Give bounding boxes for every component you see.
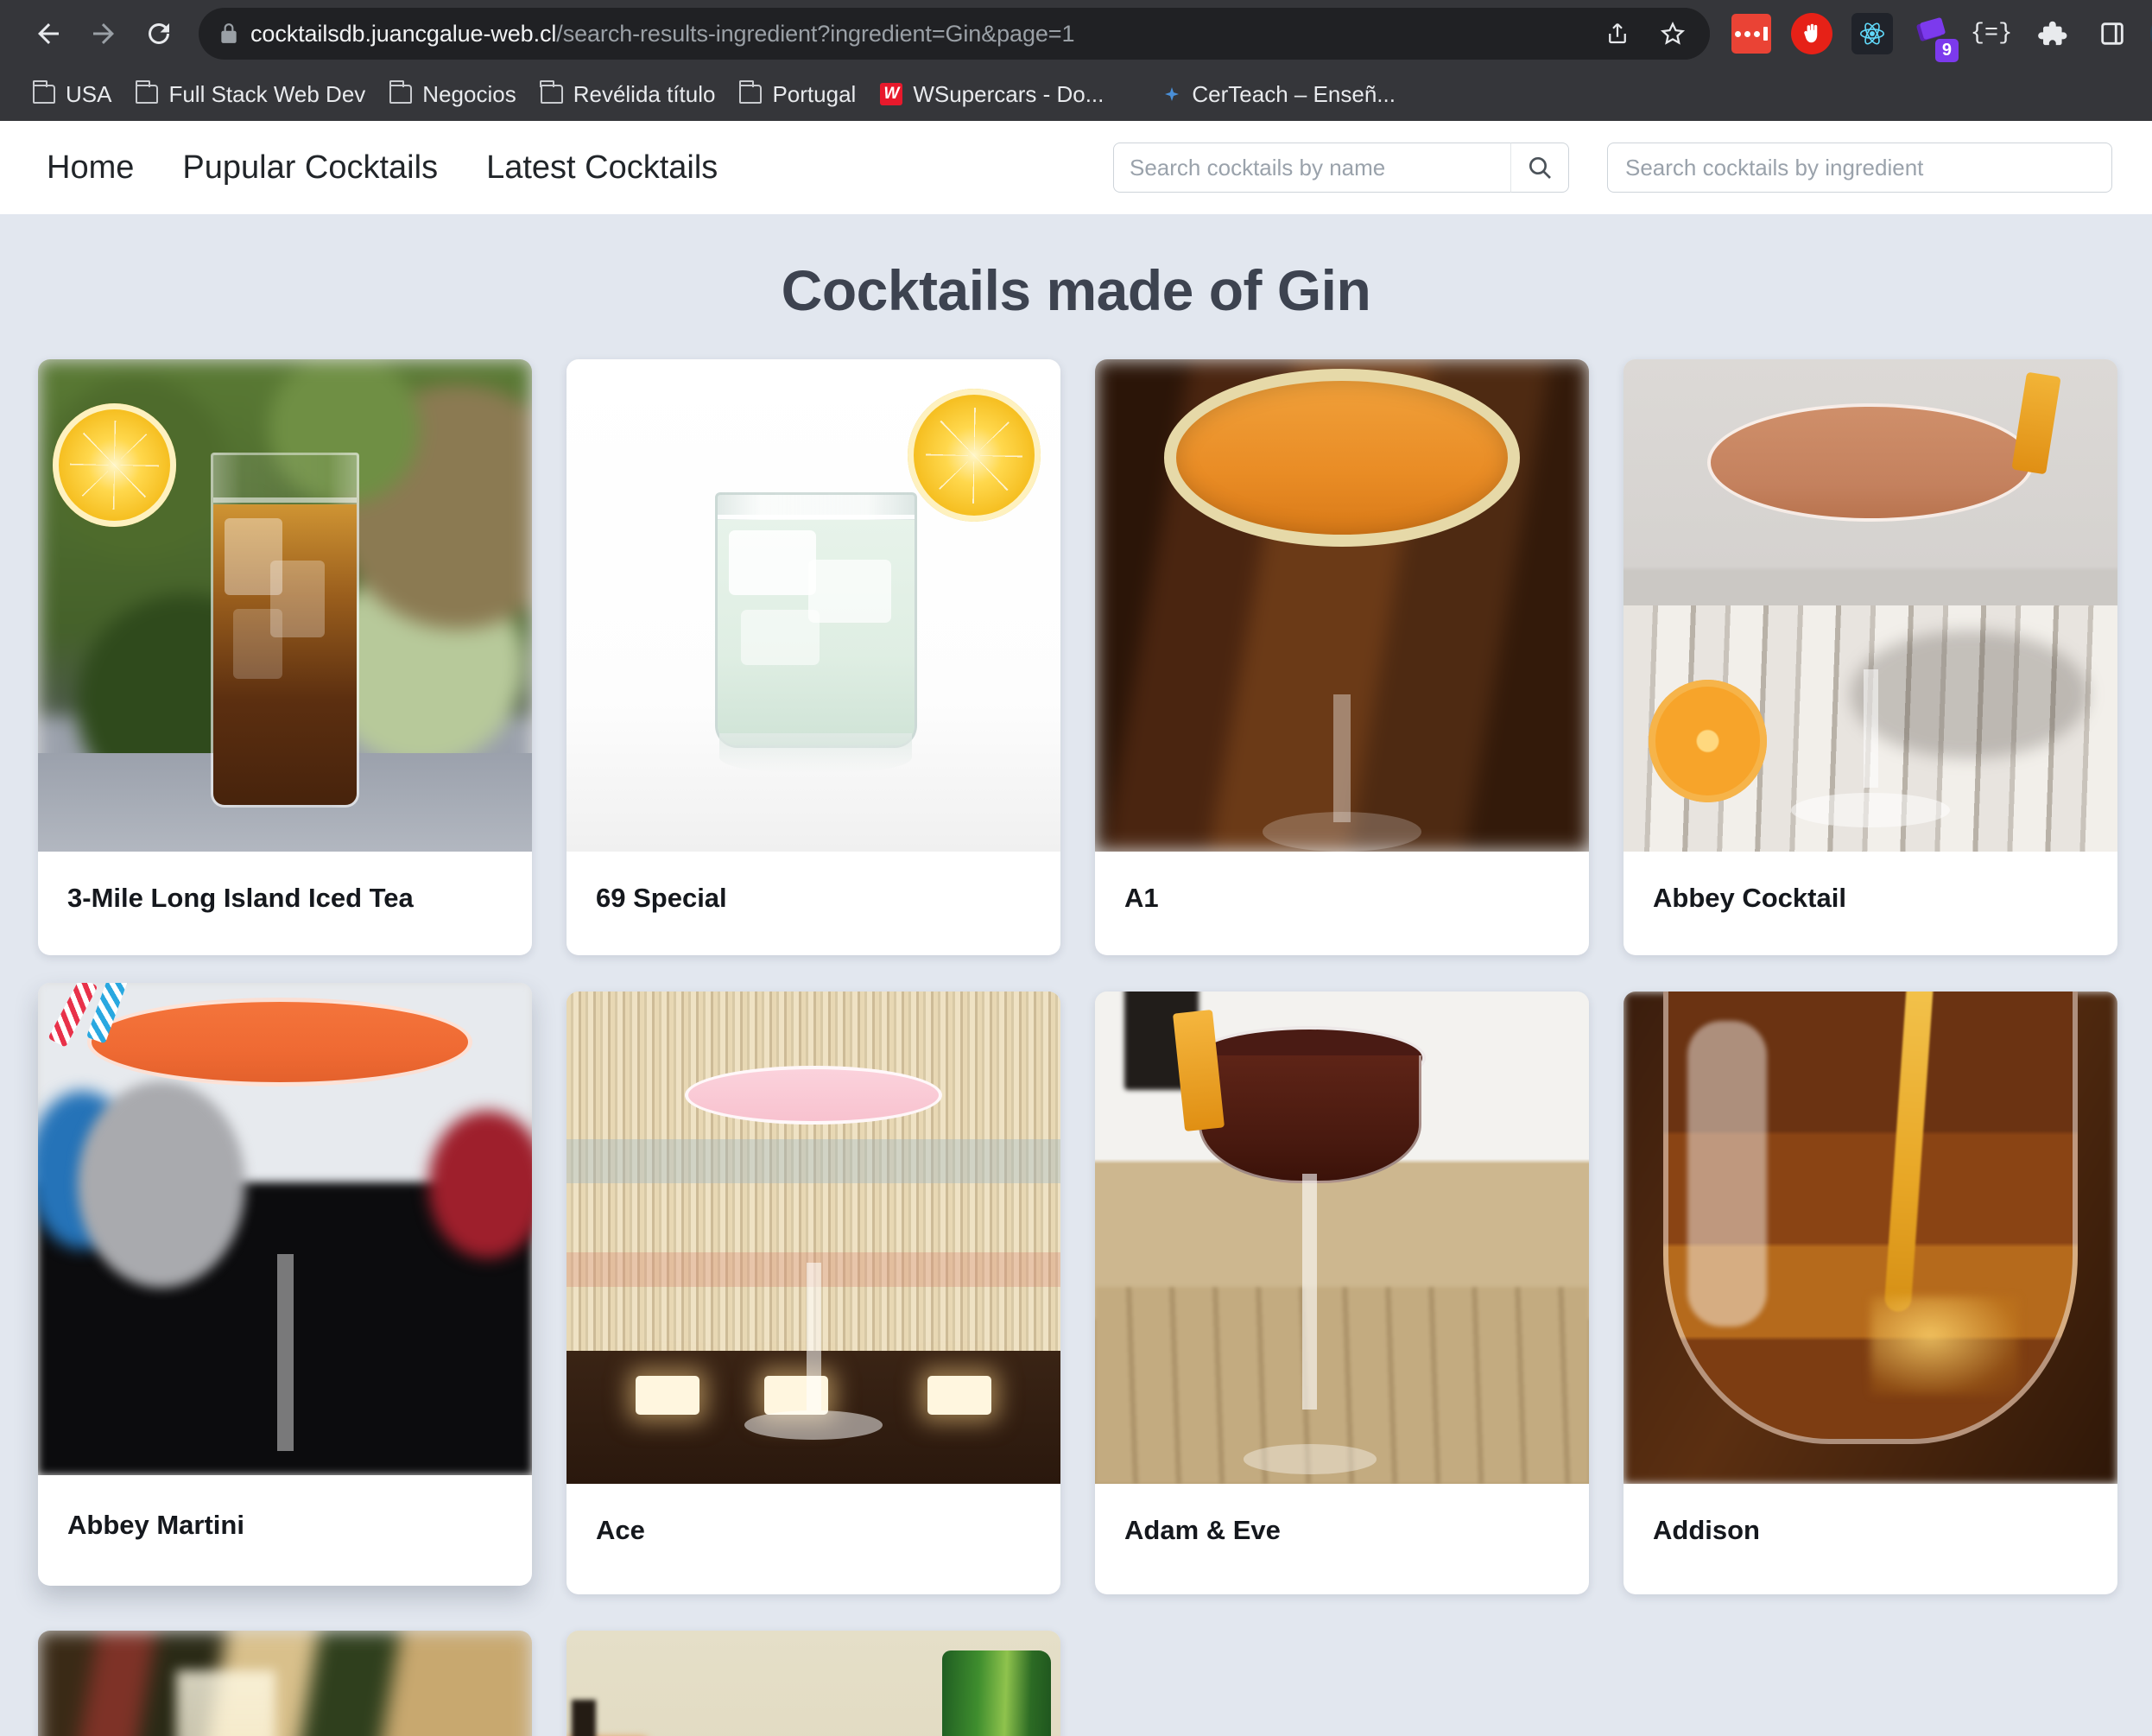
cocktail-image-green-bottle-glass: [566, 1631, 1060, 1736]
certeach-favicon: [1162, 85, 1181, 104]
cocktail-image-a1: [1095, 359, 1589, 852]
forward-arrow-icon: [93, 23, 114, 44]
reload-icon: [149, 23, 169, 44]
cocktail-card[interactable]: Ace: [566, 992, 1060, 1594]
cocktail-title: A1: [1124, 883, 1159, 913]
wsupercars-favicon: W: [880, 83, 903, 105]
bookmark-label: WSupercars - Do...: [913, 80, 1104, 107]
folder-icon: [540, 80, 563, 104]
share-icon[interactable]: [1592, 9, 1642, 59]
json-formatter-label: {=}: [1970, 21, 2013, 47]
search-submit-button[interactable]: [1510, 143, 1569, 193]
bookmark-full-stack-web-dev[interactable]: Full Stack Web Dev: [123, 74, 377, 115]
cocktail-card[interactable]: Adam & Eve: [1095, 992, 1589, 1594]
cocktail-title: Abbey Martini: [67, 1510, 244, 1540]
cocktail-image-bottle-shot: [38, 1631, 532, 1736]
purple-extension-icon[interactable]: 9: [1910, 12, 1959, 62]
cocktail-image-abbey-martini: [38, 983, 532, 1475]
cocktail-title: 69 Special: [596, 883, 727, 913]
bookmark-label: USA: [66, 80, 112, 107]
cocktail-image-iced-tea: [38, 359, 532, 852]
cocktail-image-69-special: [566, 359, 1060, 852]
nav-link-popular-cocktails[interactable]: Pupular Cocktails: [158, 144, 462, 192]
cocktail-image-addison: [1623, 992, 2117, 1484]
forward-button[interactable]: [76, 6, 131, 61]
cocktail-card-partial[interactable]: [566, 1631, 1060, 1736]
url-path: /search-results-ingredient?ingredient=Gi…: [556, 20, 1075, 47]
folder-icon: [135, 80, 159, 104]
cocktail-title: Addison: [1653, 1515, 1760, 1545]
nav-links: Home Pupular Cocktails Latest Cocktails: [22, 144, 742, 192]
nav-link-latest-cocktails[interactable]: Latest Cocktails: [462, 144, 742, 192]
bookmark-wsupercars[interactable]: W WSupercars - Do...: [868, 74, 1116, 115]
cocktail-image-ace: [566, 992, 1060, 1484]
folder-icon: [389, 80, 413, 104]
cocktail-title: Adam & Eve: [1124, 1515, 1281, 1545]
cocktail-card[interactable]: 69 Special: [566, 359, 1060, 955]
cocktail-card[interactable]: 3-Mile Long Island Iced Tea: [38, 359, 532, 955]
bookmark-usa[interactable]: USA: [21, 74, 123, 115]
bookmark-label: Revélida título: [573, 80, 716, 107]
omnibox-actions: [1592, 8, 1710, 60]
address-bar-url: cocktailsdb.juancgalue-web.cl/search-res…: [244, 21, 1074, 48]
bookmarks-bar: USA Full Stack Web Dev Negocios Revélida…: [0, 67, 2152, 121]
bookmark-portugal[interactable]: Portugal: [727, 74, 868, 115]
cocktail-title: 3-Mile Long Island Iced Tea: [67, 883, 414, 913]
cocktail-image-adam-and-eve: [1095, 992, 1589, 1484]
back-button[interactable]: [21, 6, 76, 61]
puzzle-extensions-icon[interactable]: [2029, 11, 2074, 56]
cocktail-card[interactable]: Abbey Martini: [38, 983, 532, 1586]
star-bookmark-icon[interactable]: [1648, 9, 1698, 59]
react-devtools-icon[interactable]: [1850, 11, 1895, 56]
search-by-name-group: [1113, 143, 1569, 193]
page-title: Cocktails made of Gin: [781, 258, 1371, 322]
recorder-extension-icon[interactable]: [1729, 11, 1774, 56]
reload-button[interactable]: [131, 6, 187, 61]
bookmark-label: Full Stack Web Dev: [168, 80, 366, 107]
cocktail-grid: 3-Mile Long Island Iced Tea 69 Special A…: [0, 359, 2152, 1736]
browser-chrome: cocktailsdb.juancgalue-web.cl/search-res…: [0, 0, 2152, 121]
lock-icon: [214, 22, 244, 45]
bookmark-label: CerTeach – Enseñ...: [1192, 80, 1396, 107]
bookmark-label: Portugal: [772, 80, 857, 107]
purple-extension-badge: 9: [1934, 39, 1959, 62]
cocktail-title: Abbey Cocktail: [1653, 883, 1846, 913]
folder-icon: [738, 80, 763, 104]
cocktail-card[interactable]: A1: [1095, 359, 1589, 955]
bookmark-negocios[interactable]: Negocios: [377, 74, 528, 115]
browser-toolbar: cocktailsdb.juancgalue-web.cl/search-res…: [0, 0, 2152, 67]
side-panel-icon[interactable]: [2090, 11, 2135, 56]
cocktail-image-abbey-cocktail: [1623, 359, 2117, 852]
url-domain: cocktailsdb.juancgalue-web.cl: [250, 20, 557, 47]
adblock-stop-hand-icon[interactable]: [1789, 11, 1834, 56]
cocktail-card[interactable]: Abbey Cocktail: [1623, 359, 2117, 955]
cocktail-title: Ace: [596, 1515, 645, 1545]
bookmark-label: Negocios: [422, 80, 516, 107]
extension-icons: 9 {=}: [1729, 10, 2152, 62]
nav-link-home[interactable]: Home: [22, 144, 158, 192]
search-magnifier-icon: [1529, 157, 1551, 179]
folder-icon: [32, 80, 55, 104]
json-formatter-icon[interactable]: {=}: [1969, 11, 2014, 56]
back-arrow-icon: [38, 23, 59, 44]
search-ingredient-input[interactable]: [1607, 143, 2112, 193]
cocktail-card-partial[interactable]: [38, 1631, 532, 1736]
address-bar[interactable]: cocktailsdb.juancgalue-web.cl/search-res…: [199, 8, 1710, 60]
page-body: Cocktails made of Gin 3-Mile Long Island…: [0, 214, 2152, 1736]
site-navbar: Home Pupular Cocktails Latest Cocktails: [0, 121, 2152, 214]
search-name-input[interactable]: [1113, 143, 1510, 193]
bookmark-revalida-titulo[interactable]: Revélida título: [529, 74, 728, 115]
bookmark-certeach[interactable]: CerTeach – Enseñ...: [1150, 74, 1408, 115]
cocktail-card[interactable]: Addison: [1623, 992, 2117, 1594]
